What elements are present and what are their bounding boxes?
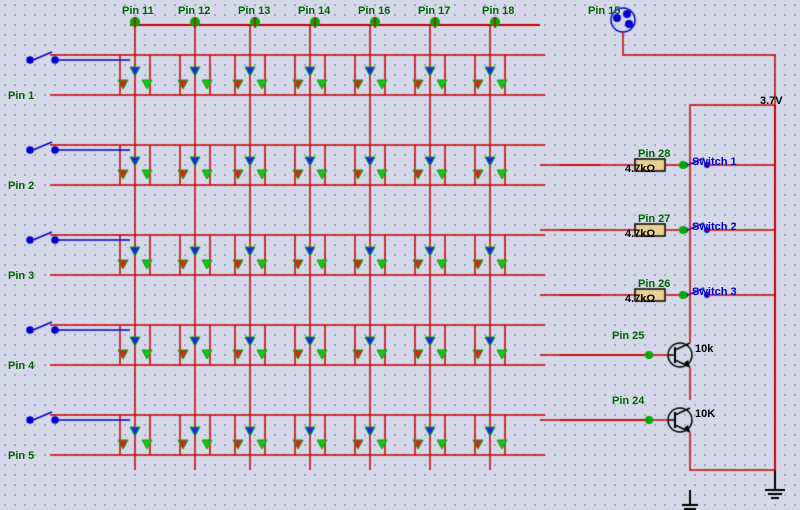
resistor-3-label: 4.7kΩ bbox=[625, 293, 655, 305]
pin-24-label: Pin 24 bbox=[612, 395, 644, 407]
pin-15-label: Pin 15 bbox=[588, 5, 620, 17]
pin-11-label: Pin 11 bbox=[122, 5, 154, 17]
switch-3-label: Switch 3 bbox=[692, 286, 737, 298]
pin-18-label: Pin 18 bbox=[482, 5, 514, 17]
pin-27-label: Pin 27 bbox=[638, 213, 670, 225]
voltage-label: 3.7V bbox=[760, 95, 783, 107]
pin-26-label: Pin 26 bbox=[638, 278, 670, 290]
pin-17-label: Pin 17 bbox=[418, 5, 450, 17]
resistor-1-label: 4.7kΩ bbox=[625, 163, 655, 175]
pin-12-label: Pin 12 bbox=[178, 5, 210, 17]
switch-2-label: Switch 2 bbox=[692, 221, 737, 233]
pin-5-label: Pin 5 bbox=[8, 450, 34, 462]
transistor-1-label: 10k bbox=[695, 343, 713, 355]
pin-13-label: Pin 13 bbox=[238, 5, 270, 17]
pin-3-label: Pin 3 bbox=[8, 270, 34, 282]
pin-4-label: Pin 4 bbox=[8, 360, 34, 372]
resistor-2-label: 4.7kΩ bbox=[625, 228, 655, 240]
pin-16-label: Pin 16 bbox=[358, 5, 390, 17]
pin-1-label: Pin 1 bbox=[8, 90, 34, 102]
pin-14-label: Pin 14 bbox=[298, 5, 330, 17]
pin-28-label: Pin 28 bbox=[638, 148, 670, 160]
switch-1-label: Switch 1 bbox=[692, 156, 737, 168]
transistor-2-label: 10K bbox=[695, 408, 715, 420]
pin-25-label: Pin 25 bbox=[612, 330, 644, 342]
pin-2-label: Pin 2 bbox=[8, 180, 34, 192]
